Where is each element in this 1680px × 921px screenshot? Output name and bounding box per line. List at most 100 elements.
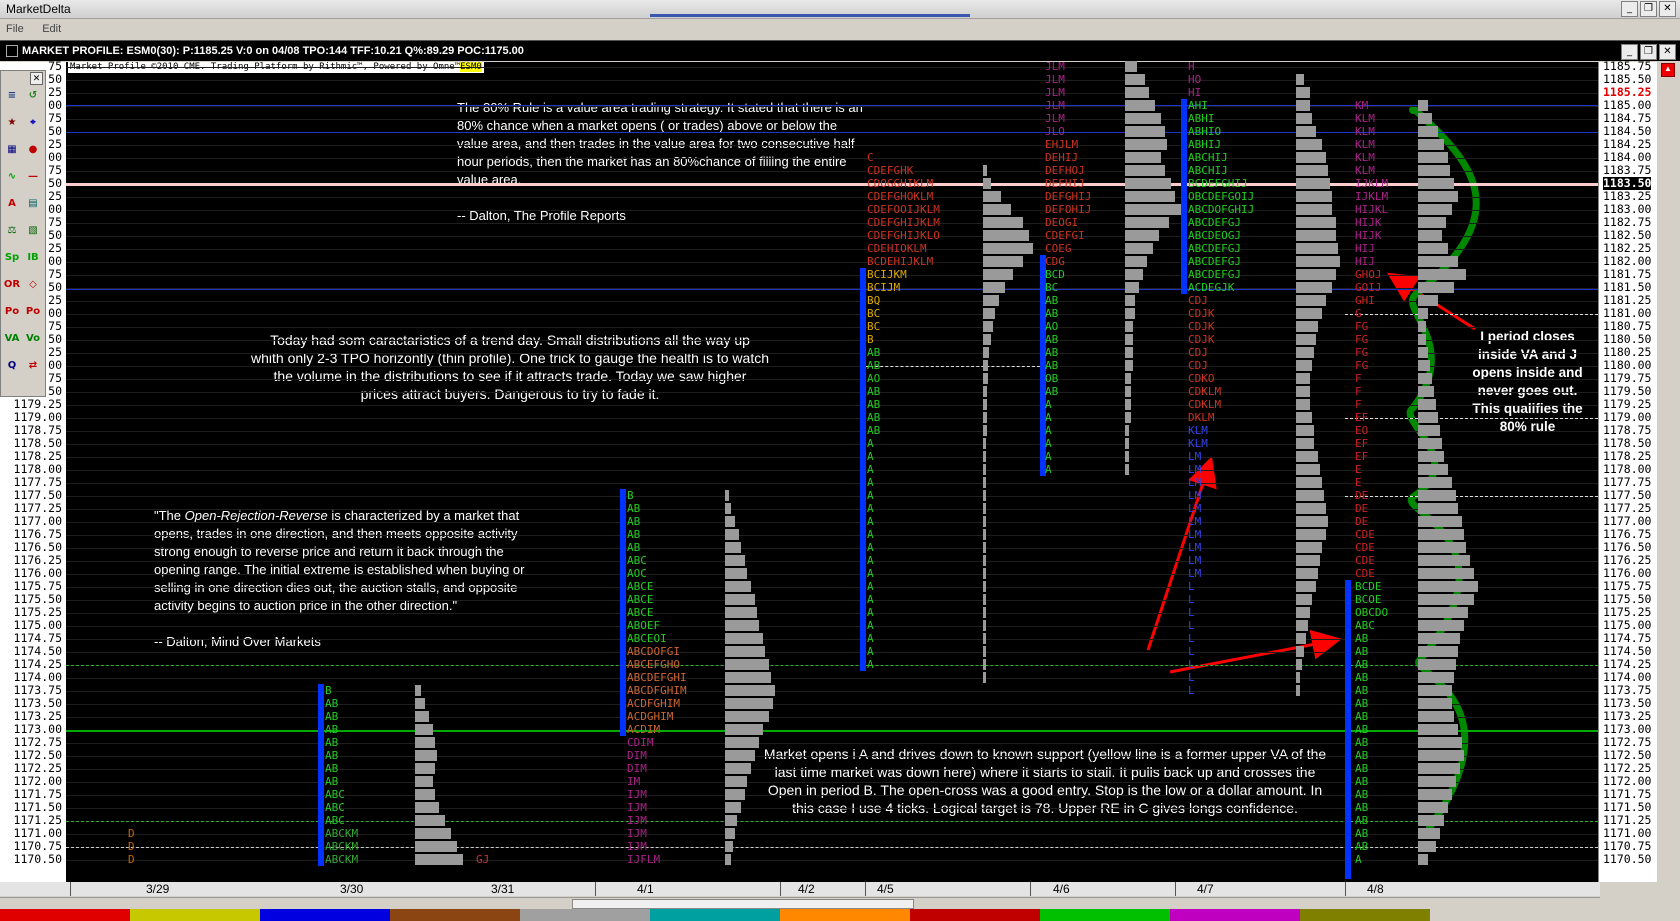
volume-bar [1125, 412, 1131, 423]
tpo-row: CDG [1045, 255, 1065, 268]
volume-bar [1296, 516, 1328, 527]
volume-bar [415, 711, 429, 722]
tpo-row: CDKLM [1188, 398, 1222, 411]
tpo-row: AB [1045, 307, 1059, 320]
volume-bar [725, 516, 735, 527]
volume-bar [725, 555, 745, 566]
volume-bar [1418, 438, 1442, 449]
tpo-row: GHI [1355, 294, 1375, 307]
tpo-row: LM [1188, 450, 1202, 463]
tpo-row: A [1045, 450, 1052, 463]
tpo-row: A [867, 658, 874, 671]
volume-bar [1296, 165, 1328, 176]
volume-bar [1125, 269, 1143, 280]
volume-bar [1418, 399, 1436, 410]
tpo-row: AB [867, 398, 881, 411]
tpo-row: DE [1355, 489, 1369, 502]
volume-bar [1418, 828, 1440, 839]
volume-bar [1418, 776, 1456, 787]
tpo-row: KLM [1188, 424, 1208, 437]
volume-bar [1418, 451, 1444, 462]
tpo-row: CDEFGHIJKLM [867, 216, 940, 229]
tpo-row: COEG [1045, 242, 1072, 255]
tpo-row: HIJ [1355, 255, 1375, 268]
volume-bar [1125, 360, 1133, 371]
tpo-row: L [1188, 593, 1195, 606]
volume-bar [983, 191, 1001, 202]
volume-bar [725, 854, 731, 865]
volume-bar [725, 841, 733, 852]
tpo-row: A [867, 580, 874, 593]
tpo-row: IJKLM [1355, 190, 1389, 203]
tpo-row: DEHIJ [1045, 151, 1079, 164]
tpo-row: A [867, 489, 874, 502]
tpo-row: OBCDEFGOIJ [1188, 190, 1255, 203]
volume-bar [983, 204, 1011, 215]
tpo-row: KLM [1355, 151, 1375, 164]
tpo-row: AB [1355, 710, 1369, 723]
volume-bar [1125, 334, 1133, 345]
volume-bar [1418, 659, 1456, 670]
tpo-row: B [867, 333, 874, 346]
volume-bar [1418, 152, 1448, 163]
volume-bar [725, 685, 775, 696]
tpo-row: D [128, 827, 135, 840]
volume-bar [1296, 620, 1308, 631]
tpo-row: HIJKL [1355, 203, 1389, 216]
volume-bar [1418, 269, 1466, 280]
tpo-row: A [1045, 424, 1052, 437]
tpo-row: G [1355, 307, 1362, 320]
tpo-row: BCDE [1355, 580, 1382, 593]
tpo-row: CDEFGI [1045, 229, 1085, 242]
tpo-row: CDIM [627, 736, 654, 749]
volume-bar [1296, 178, 1330, 189]
volume-bar [1296, 412, 1312, 423]
volume-bar [1125, 282, 1139, 293]
tpo-row: ABHIJ [1188, 138, 1222, 151]
value-area-bar [620, 489, 626, 736]
tpo-row: AOC [627, 567, 647, 580]
tpo-row: HIJK [1355, 216, 1382, 229]
volume-bar [983, 490, 986, 501]
volume-bar [983, 633, 986, 644]
volume-bar [1296, 373, 1310, 384]
volume-bar [1418, 308, 1428, 319]
volume-bar [1125, 243, 1153, 254]
volume-bar [1125, 126, 1165, 137]
volume-bar [1418, 763, 1460, 774]
volume-bar [983, 646, 986, 657]
tpo-row: GHOJ [1355, 268, 1382, 281]
tpo-row: AB [1355, 645, 1369, 658]
volume-bar [1418, 412, 1438, 423]
volume-bar [1125, 295, 1135, 306]
volume-bar [1125, 425, 1129, 436]
volume-bar [1296, 451, 1318, 462]
volume-bar [983, 568, 986, 579]
volume-bar [725, 594, 755, 605]
tpo-row: FG [1355, 333, 1369, 346]
tpo-row: CDEFGHOKLM [867, 190, 934, 203]
tpo-row: L [1188, 606, 1195, 619]
tpo-row: KLM [1355, 125, 1375, 138]
tpo-row: HI [1188, 86, 1202, 99]
tpo-row: JLM [1045, 99, 1065, 112]
volume-bar [1296, 126, 1316, 137]
tpo-row: AB [627, 515, 641, 528]
volume-bar [1418, 204, 1452, 215]
tpo-row: KLM [1188, 437, 1208, 450]
tpo-row: AB [1355, 749, 1369, 762]
tpo-row: AB [1045, 385, 1059, 398]
tpo-row: AB [627, 528, 641, 541]
tpo-row: DIM [627, 749, 647, 762]
tpo-row: CDE [1355, 528, 1375, 541]
tpo-row: AB [867, 424, 881, 437]
volume-bar [1125, 204, 1181, 215]
tpo-row: A [867, 476, 874, 489]
volume-bar [1418, 425, 1440, 436]
tpo-row: L [1188, 645, 1195, 658]
volume-bar [983, 620, 986, 631]
tpo-row: AB [1355, 840, 1369, 853]
tpo-row: HIJK [1355, 229, 1382, 242]
tpo-row: AB [1045, 359, 1059, 372]
price-level-line [1345, 418, 1598, 419]
